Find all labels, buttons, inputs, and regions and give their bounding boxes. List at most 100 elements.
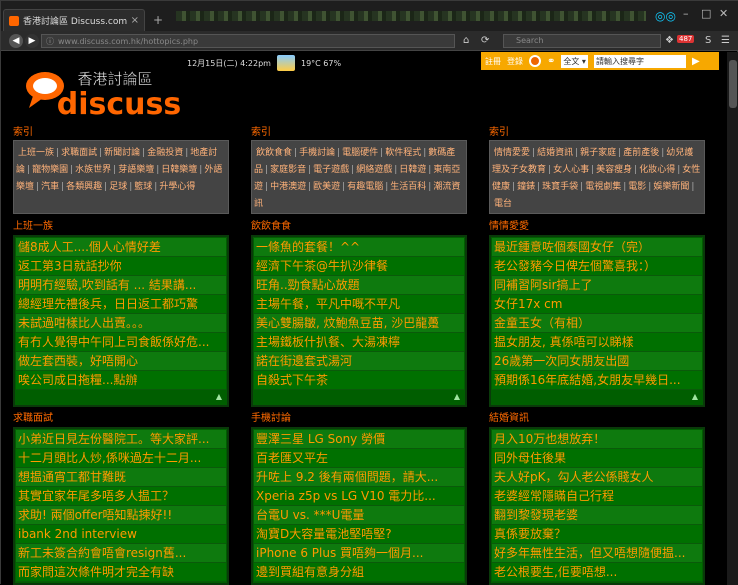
scroll-top-icon[interactable]: ▲	[454, 392, 460, 401]
post-row[interactable]: 最近鍾意咗個泰國女仔（完）	[492, 238, 702, 257]
post-row[interactable]: 老婆經常隱瞞自己行程	[492, 487, 702, 506]
category-link[interactable]: 新聞討論	[102, 148, 142, 158]
post-row[interactable]: 金童玉女（有相）	[492, 314, 702, 333]
post-row[interactable]: 好多年無性生活，但又唔想隨便揾...	[492, 544, 702, 563]
group-title-2[interactable]: 手機討論	[251, 411, 467, 427]
post-row[interactable]: 邊到買組有意身分組	[254, 563, 464, 582]
post-row[interactable]: 26歲第一次同女朋友出國	[492, 352, 702, 371]
post-row[interactable]: 老公根要生,佢要唔想...	[492, 563, 702, 582]
post-row[interactable]: 十二月頭比人炒,係咪過左十二月...	[16, 449, 226, 468]
group-title-2[interactable]: 結婚資訊	[489, 411, 705, 427]
category-link[interactable]: 結婚資訊	[535, 148, 575, 158]
reload-icon[interactable]: ⟳	[481, 35, 489, 46]
category-link[interactable]: 娛樂新聞	[651, 182, 691, 192]
forward-icon[interactable]: ▶	[25, 34, 39, 48]
category-link[interactable]: 各類興趣	[64, 182, 104, 192]
tab-discuss[interactable]: 香港討論區 Discuss.com.hk - 香... ×	[3, 9, 145, 31]
category-link[interactable]: 生活百科	[388, 182, 428, 192]
post-row[interactable]: 升咗上 9.2 後有兩個問題，請大...	[254, 468, 464, 487]
s-icon[interactable]: S	[705, 35, 711, 46]
post-row[interactable]: 豐澤三星 LG Sony 勞價	[254, 430, 464, 449]
post-row[interactable]: 同外母住後果	[492, 449, 702, 468]
post-row[interactable]: 老公發豬今日俾左個驚喜我：）	[492, 257, 702, 276]
post-row[interactable]: 美心雙腸皺, 炆鮑魚豆苗, 沙巴龍躉	[254, 314, 464, 333]
category-link[interactable]: 家庭影音	[268, 165, 308, 175]
post-row[interactable]: 旺角..勁食點心放題	[254, 276, 464, 295]
post-row[interactable]: 求助! 兩個offer唔知點揀好!!	[16, 506, 226, 525]
post-row[interactable]: 預期係16年底結婚,女朋友早幾日...	[492, 371, 702, 390]
category-link[interactable]: 中港澳遊	[268, 182, 308, 192]
close-window-icon[interactable]: ✕	[719, 7, 728, 20]
post-row[interactable]: 返工第3日就話抄你	[16, 257, 226, 276]
home-icon[interactable]: ⌂	[463, 35, 469, 46]
category-link[interactable]: 汽車	[39, 182, 61, 192]
category-link[interactable]: 上班一族	[16, 148, 56, 158]
scroll-top-icon[interactable]: ▲	[692, 392, 698, 401]
post-row[interactable]: 主場鐵板什扒餐、大湯凍檸	[254, 333, 464, 352]
category-link[interactable]: 有趣電腦	[345, 182, 385, 192]
category-link[interactable]: 升學心得	[157, 182, 197, 192]
category-link[interactable]: 電影	[626, 182, 648, 192]
post-row[interactable]: 新工未簽合約會唔會resign舊...	[16, 544, 226, 563]
minimize-icon[interactable]: –	[683, 7, 689, 20]
site-search-input[interactable]: 請輸入搜尋字	[593, 54, 686, 68]
link-icon[interactable]: ⚭	[547, 56, 555, 67]
post-row[interactable]: 翻到黎發現老婆	[492, 506, 702, 525]
category-link[interactable]: 芽語樂壇	[116, 165, 156, 175]
post-row[interactable]: 月入10万也想放弃！	[492, 430, 702, 449]
category-link[interactable]: 電子遊戲	[311, 165, 351, 175]
post-row[interactable]: 諾在街邊套式湯河	[254, 352, 464, 371]
category-link[interactable]: 足球	[107, 182, 129, 192]
post-row[interactable]: 想揾通宵工都甘難既	[16, 468, 226, 487]
scrollbar[interactable]	[727, 52, 738, 585]
post-row[interactable]: 唉公司成日拖糧...點辦	[16, 371, 226, 390]
post-row[interactable]: 台電U vs. ***U電量	[254, 506, 464, 525]
site-logo[interactable]: 香港討論區 discuss	[23, 66, 185, 122]
search-button-icon[interactable]: ▶	[692, 56, 700, 67]
category-link[interactable]: 珠寶手袋	[540, 182, 580, 192]
url-bar[interactable]: ⓘ www.discuss.com.hk/hottopics.php	[41, 34, 455, 48]
post-row[interactable]: 儲8成人工....個人心情好差	[16, 238, 226, 257]
category-link[interactable]: 求職面試	[59, 148, 99, 158]
category-link[interactable]: 鐘錶	[515, 182, 537, 192]
category-link[interactable]: 電視劇集	[583, 182, 623, 192]
post-row[interactable]: 經濟下午茶@牛扒沙律餐	[254, 257, 464, 276]
post-row[interactable]: 總經理先禮後兵，日日返工都巧驚	[16, 295, 226, 314]
category-link[interactable]: 日韓樂壇	[159, 165, 199, 175]
post-row[interactable]: ibank 2nd interview	[16, 525, 226, 544]
category-link[interactable]: 情情愛愛	[492, 148, 532, 158]
login-link[interactable]: 登錄	[507, 56, 523, 67]
post-row[interactable]: Xperia z5p vs LG V10 電力比...	[254, 487, 464, 506]
category-link[interactable]: 飲飲食食	[254, 148, 294, 158]
post-row[interactable]: 自殺式下午茶	[254, 371, 464, 390]
post-row[interactable]: 而家問這次條件明才完全有缺	[16, 563, 226, 582]
addon-icon[interactable]: ❖	[665, 35, 674, 46]
tab-close-icon[interactable]: ×	[131, 15, 139, 26]
group-title-2[interactable]: 求職面試	[13, 411, 229, 427]
post-row[interactable]: 淘寶D大容量電池堅唔堅?	[254, 525, 464, 544]
category-link[interactable]: 親子家庭	[578, 148, 618, 158]
search-scope-select[interactable]: 全文 ▾	[561, 54, 588, 68]
category-link[interactable]: 電腦硬件	[340, 148, 380, 158]
new-tab-button[interactable]: +	[153, 13, 163, 27]
group-title[interactable]: 上班一族	[13, 219, 229, 235]
category-link[interactable]: 女人心事	[551, 165, 591, 175]
maximize-icon[interactable]: □	[701, 7, 711, 20]
category-link[interactable]: 產前產後	[621, 148, 661, 158]
post-row[interactable]: 其實宜家年尾多唔多人揾工？	[16, 487, 226, 506]
category-link[interactable]: 軟件程式	[383, 148, 423, 158]
category-link[interactable]: 籃球	[132, 182, 154, 192]
post-row[interactable]: 明明冇經驗,吹到話有 ... 結果講...	[16, 276, 226, 295]
category-link[interactable]: 手機討論	[297, 148, 337, 158]
category-link[interactable]: 日韓遊	[397, 165, 428, 175]
register-link[interactable]: 註冊	[485, 56, 501, 67]
post-row[interactable]: 做左套西裝，好唔開心	[16, 352, 226, 371]
post-row[interactable]: 真係要放棄？	[492, 525, 702, 544]
category-link[interactable]: 電台	[492, 199, 514, 209]
group-title[interactable]: 飲飲食食	[251, 219, 467, 235]
post-row[interactable]: 未試過咁樣比人出賣。。。	[16, 314, 226, 333]
post-row[interactable]: 百老匯又平左	[254, 449, 464, 468]
ring-icon[interactable]	[529, 55, 541, 67]
scrollbar-thumb[interactable]	[729, 60, 737, 108]
category-link[interactable]: 化妝心得	[637, 165, 677, 175]
